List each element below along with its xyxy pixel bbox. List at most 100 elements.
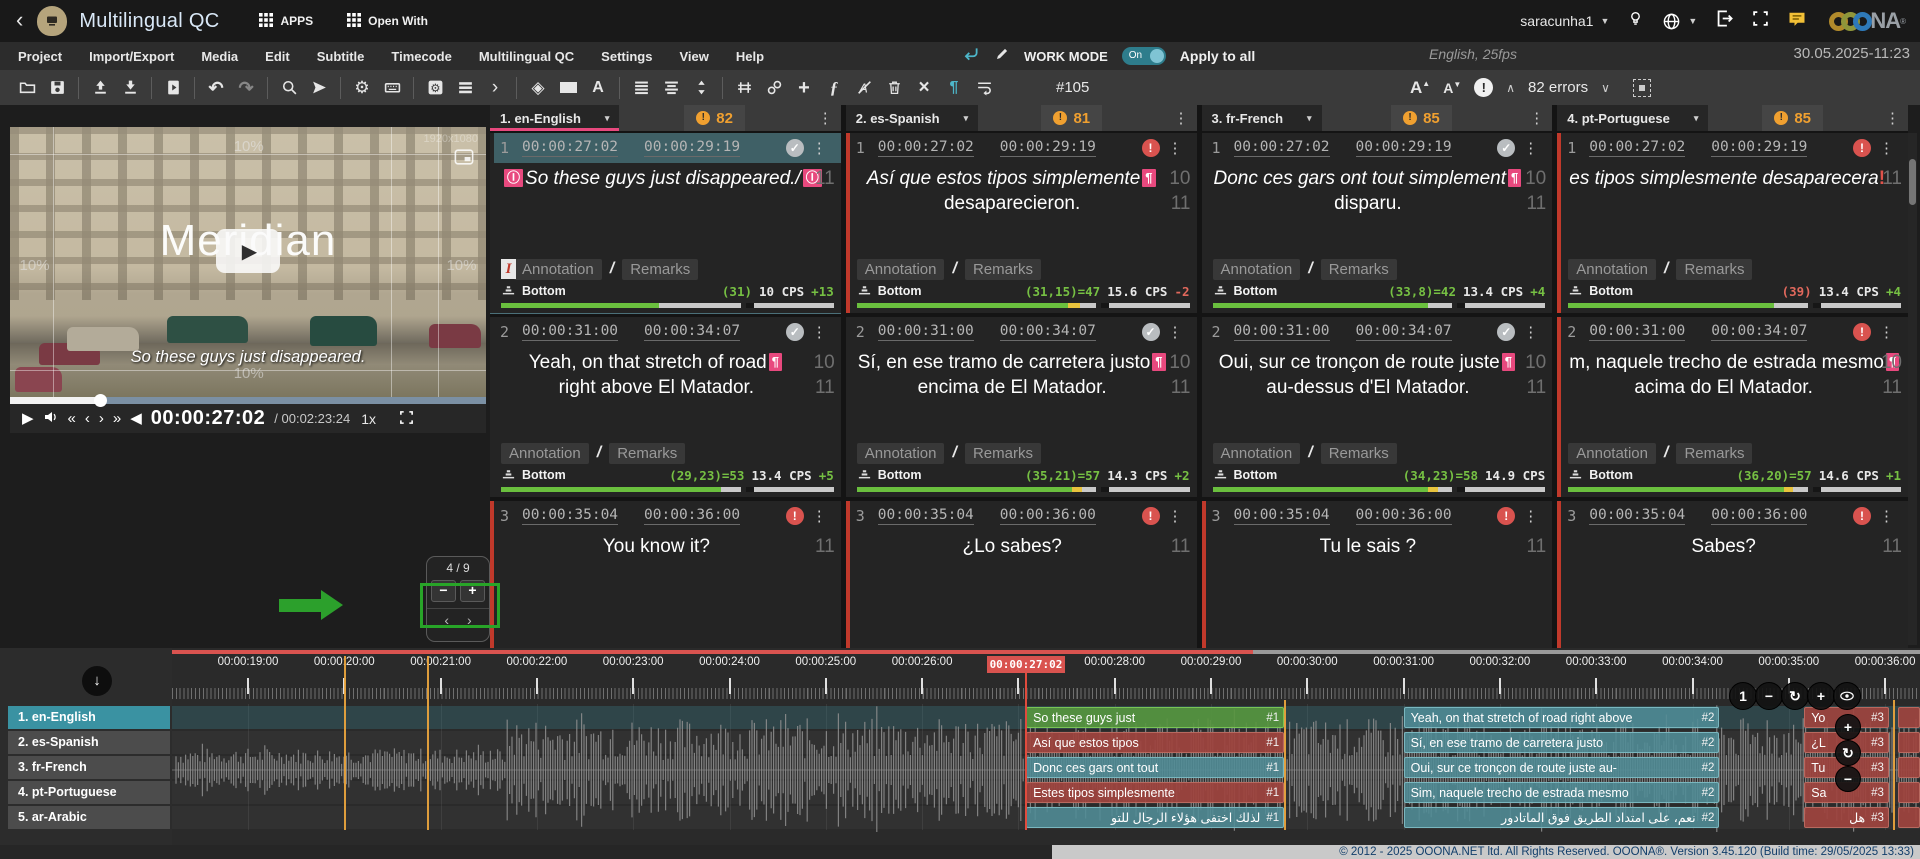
split-icon[interactable] — [729, 73, 759, 103]
line-height-icon[interactable] — [686, 73, 716, 103]
jump-start-button[interactable]: « — [68, 411, 76, 426]
timeline-canvas[interactable]: 00:00:27:02 00:00:19:0000:00:20:0000:00:… — [172, 648, 1920, 845]
subtitle-text[interactable]: Donc ces gars ont tout simplement — [1214, 168, 1507, 189]
end-timecode-field[interactable]: 00:00:36:00 — [1711, 507, 1807, 525]
subtitle-text[interactable]: au-dessus d'El Matador. — [1266, 377, 1469, 398]
next-page-button[interactable]: › — [467, 612, 472, 628]
fullscreen-icon[interactable] — [1752, 10, 1769, 32]
card-menu-icon[interactable]: ⋮ — [1515, 323, 1546, 341]
gear-icon[interactable]: ⚙ — [347, 73, 377, 103]
work-mode-toggle[interactable]: On — [1122, 47, 1166, 65]
error-count-badge[interactable]: !81 — [1041, 105, 1102, 131]
subtitle-text[interactable]: encima de El Matador. — [918, 377, 1107, 398]
subtitle-block[interactable]: Así que estos tipos#1 — [1026, 732, 1284, 753]
card-text-area[interactable]: Sabes?11 — [1561, 531, 1908, 618]
font-increase-button[interactable]: A▲ — [1410, 79, 1430, 96]
rows-icon[interactable] — [450, 73, 480, 103]
send-icon[interactable] — [304, 73, 334, 103]
card-text-area[interactable]: You know it?11 — [494, 531, 841, 618]
language-select[interactable]: 1. en-English▾ — [490, 105, 619, 131]
card-text-area[interactable]: ⒾSo these guys just disappeared./Ⓘ11 — [494, 163, 841, 250]
selection-mode-icon[interactable] — [1633, 79, 1651, 97]
language-select[interactable]: 4. pt-Portuguese▾ — [1557, 105, 1708, 131]
columns-scrollbar[interactable] — [1908, 133, 1917, 645]
timeline-track-4[interactable]: 4. pt-Portuguese — [8, 781, 170, 804]
menu-item-multilingual-qc[interactable]: Multilingual QC — [479, 49, 574, 64]
card-text-area[interactable]: Yeah, on that stretch of road¶right abov… — [494, 347, 841, 434]
timeline-collapse-button[interactable]: ↓ — [82, 666, 112, 696]
language-globe-button[interactable]: ▼ — [1662, 12, 1697, 31]
end-timecode-field[interactable]: 00:00:29:19 — [644, 139, 740, 157]
fill-rect-icon[interactable] — [553, 73, 583, 103]
remarks-link[interactable]: Remarks — [1321, 443, 1397, 464]
card-text-area[interactable]: m, naquele trecho de estrada mesmo¶acima… — [1561, 347, 1908, 434]
timeline-track-3[interactable]: 3. fr-French — [8, 756, 170, 779]
subtitle-block[interactable]: Yeah, on that stretch of road right abov… — [1404, 707, 1720, 728]
subtitle-block-partial[interactable] — [1898, 732, 1920, 753]
page-indicator-button[interactable]: 1 — [1729, 682, 1757, 710]
timeline-track-1[interactable]: 1. en-English — [8, 706, 170, 729]
annotation-link[interactable]: Annotation — [857, 443, 945, 464]
video-progress-bar[interactable] — [10, 397, 486, 404]
language-select[interactable]: 3. fr-French▾ — [1202, 105, 1322, 131]
error-count-badge[interactable]: !85 — [1391, 105, 1452, 131]
menu-item-media[interactable]: Media — [201, 49, 238, 64]
menu-item-subtitle[interactable]: Subtitle — [317, 49, 365, 64]
column-menu-icon[interactable]: ⋮ — [1521, 105, 1552, 131]
search-replace-icon[interactable] — [274, 73, 304, 103]
start-timecode-field[interactable]: 00:00:31:00 — [1589, 323, 1685, 341]
wrap-text-icon[interactable] — [969, 73, 999, 103]
next-frame-button[interactable]: › — [99, 411, 104, 426]
menu-item-edit[interactable]: Edit — [265, 49, 290, 64]
remarks-link[interactable]: Remarks — [622, 259, 698, 280]
error-count-badge[interactable]: !85 — [1762, 105, 1823, 131]
start-timecode-field[interactable]: 00:00:27:02 — [1589, 139, 1685, 157]
user-menu[interactable]: saracunha1▼ — [1520, 13, 1609, 29]
subtitle-text[interactable]: Oui, sur ce tronçon de route juste — [1219, 352, 1500, 373]
subtitle-block-partial[interactable] — [1898, 707, 1920, 728]
folder-icon[interactable] — [12, 73, 42, 103]
end-timecode-field[interactable]: 00:00:34:07 — [1000, 323, 1096, 341]
add-icon[interactable]: + — [789, 73, 819, 103]
zoom-in-button[interactable]: + — [460, 580, 485, 602]
logout-icon[interactable] — [1715, 9, 1734, 33]
card-text-area[interactable]: Así que estos tipos simplemente¶desapare… — [850, 163, 1197, 250]
subtitle-block[interactable]: Oui, sur ce tronçon de route juste au-#2 — [1404, 757, 1720, 778]
card-menu-icon[interactable]: ⋮ — [1160, 323, 1191, 341]
error-count-badge[interactable]: !82 — [684, 105, 745, 131]
card-text-area[interactable]: Sí, en ese tramo de carretera justo¶enci… — [850, 347, 1197, 434]
card-menu-icon[interactable]: ⋮ — [1160, 507, 1191, 525]
subtitle-block[interactable]: هل#3 — [1804, 807, 1889, 828]
card-menu-icon[interactable]: ⋮ — [1515, 139, 1546, 157]
errors-dropdown[interactable]: 82 errors — [1528, 79, 1588, 96]
annotation-link[interactable]: Annotation — [1213, 443, 1301, 464]
column-menu-icon[interactable]: ⋮ — [1877, 105, 1908, 131]
play-button[interactable]: ▶ — [22, 411, 34, 426]
subtitle-text[interactable]: m, naquele trecho de estrada mesmo — [1569, 352, 1884, 373]
timeline-zoom-out-button[interactable]: − — [1755, 682, 1783, 710]
step-back-icon[interactable]: ◀ — [130, 411, 142, 426]
start-timecode-field[interactable]: 00:00:35:04 — [522, 507, 618, 525]
prev-frame-button[interactable]: ‹ — [85, 411, 90, 426]
link-icon[interactable] — [759, 73, 789, 103]
subtitle-text[interactable]: So these guys just disappeared. — [525, 168, 795, 189]
subtitle-block[interactable]: Donc ces gars ont tout#1 — [1026, 757, 1284, 778]
start-timecode-field[interactable]: 00:00:27:02 — [1234, 139, 1330, 157]
gear-square-icon[interactable]: ⚙ — [420, 73, 450, 103]
timeline-track-2[interactable]: 2. es-Spanish — [8, 731, 170, 754]
end-timecode-field[interactable]: 00:00:36:00 — [1000, 507, 1096, 525]
layers-icon[interactable]: ◈ — [523, 73, 553, 103]
remarks-link[interactable]: Remarks — [1676, 443, 1752, 464]
subtitle-text[interactable]: Sí, en ese tramo de carretera justo — [858, 352, 1151, 373]
end-timecode-field[interactable]: 00:00:29:19 — [1000, 139, 1096, 157]
video-fullscreen-icon[interactable] — [399, 410, 414, 428]
end-timecode-field[interactable]: 00:00:29:19 — [1711, 139, 1807, 157]
prev-error-button[interactable]: ∧ — [1506, 81, 1515, 95]
subtitle-text[interactable]: es tipos simplesmente desaparecera — [1569, 168, 1878, 189]
sync-arrow-icon[interactable] — [962, 45, 980, 68]
annotation-link[interactable]: Annotation — [1213, 259, 1301, 280]
subtitle-text[interactable]: You know it? — [603, 536, 710, 557]
side-zoom-in-button[interactable]: + — [1835, 714, 1861, 740]
chat-icon[interactable] — [1787, 9, 1807, 34]
subtitle-block[interactable]: So these guys just#1 — [1026, 707, 1284, 728]
